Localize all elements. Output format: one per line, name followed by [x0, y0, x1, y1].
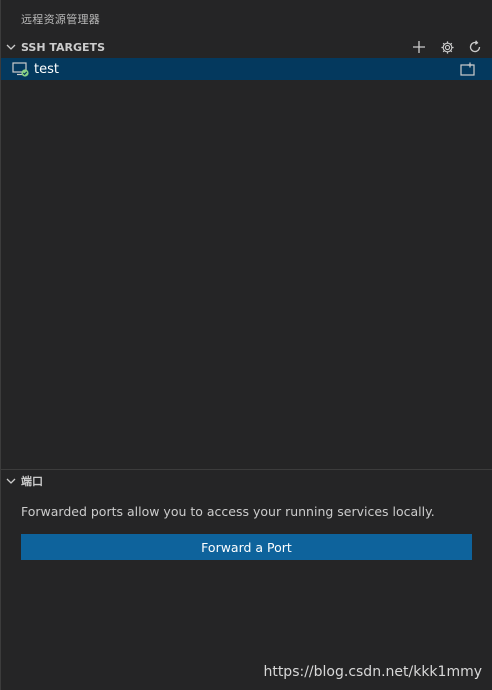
- plus-icon[interactable]: [405, 36, 433, 58]
- chevron-down-icon[interactable]: [1, 36, 21, 58]
- chevron-down-icon[interactable]: [1, 470, 21, 492]
- ports-message: Forwarded ports allow you to access your…: [21, 504, 435, 519]
- ssh-targets-title: SSH TARGETS: [21, 40, 105, 54]
- forward-port-button[interactable]: Forward a Port: [21, 534, 472, 560]
- ssh-targets-header[interactable]: SSH TARGETS: [1, 36, 492, 58]
- refresh-icon[interactable]: [461, 36, 489, 58]
- tree-item-test[interactable]: test: [1, 58, 492, 80]
- tree-item-label: test: [34, 61, 59, 77]
- remote-monitor-connected-icon: [12, 60, 30, 78]
- open-in-new-window-icon[interactable]: [458, 60, 478, 78]
- remote-explorer-panel: 远程资源管理器 SSH TARGETS test 端口 Forwarded po…: [0, 0, 492, 690]
- view-title: 远程资源管理器: [21, 13, 101, 26]
- ssh-targets-actions: [405, 36, 489, 58]
- ports-header[interactable]: 端口: [1, 469, 492, 491]
- ports-title: 端口: [21, 474, 43, 488]
- watermark: https://blog.csdn.net/kkk1mmy: [263, 664, 482, 680]
- gear-icon[interactable]: [433, 36, 461, 58]
